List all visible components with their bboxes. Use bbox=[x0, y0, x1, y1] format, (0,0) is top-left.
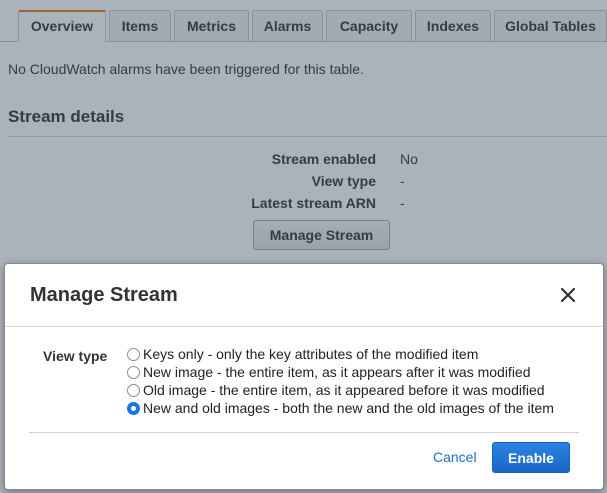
view-type-field-label: View type bbox=[43, 348, 108, 364]
dialog-header: Manage Stream bbox=[5, 264, 603, 327]
cancel-link[interactable]: Cancel bbox=[433, 449, 477, 465]
option-new-image[interactable]: New image - the entire item, as it appea… bbox=[127, 363, 531, 381]
option-new-and-old-images[interactable]: New and old images - both the new and th… bbox=[127, 399, 554, 417]
dialog-footer-divider bbox=[29, 432, 579, 433]
radio-new-and-old-images[interactable] bbox=[127, 401, 140, 415]
option-old-image-label: Old image - the entire item, as it appea… bbox=[143, 382, 545, 398]
radio-old-image[interactable] bbox=[127, 383, 140, 397]
radio-keys-only[interactable] bbox=[127, 347, 140, 361]
enable-button[interactable]: Enable bbox=[492, 442, 570, 473]
option-keys-only-label: Keys only - only the key attributes of t… bbox=[143, 346, 479, 362]
option-new-image-label: New image - the entire item, as it appea… bbox=[143, 364, 531, 380]
radio-new-image[interactable] bbox=[127, 365, 140, 379]
option-keys-only[interactable]: Keys only - only the key attributes of t… bbox=[127, 345, 478, 363]
close-icon[interactable] bbox=[559, 286, 577, 304]
manage-stream-dialog: Manage Stream View type Keys only - only… bbox=[4, 263, 604, 490]
option-new-and-old-images-label: New and old images - both the new and th… bbox=[143, 400, 554, 416]
option-old-image[interactable]: Old image - the entire item, as it appea… bbox=[127, 381, 545, 399]
dialog-title: Manage Stream bbox=[30, 284, 178, 306]
